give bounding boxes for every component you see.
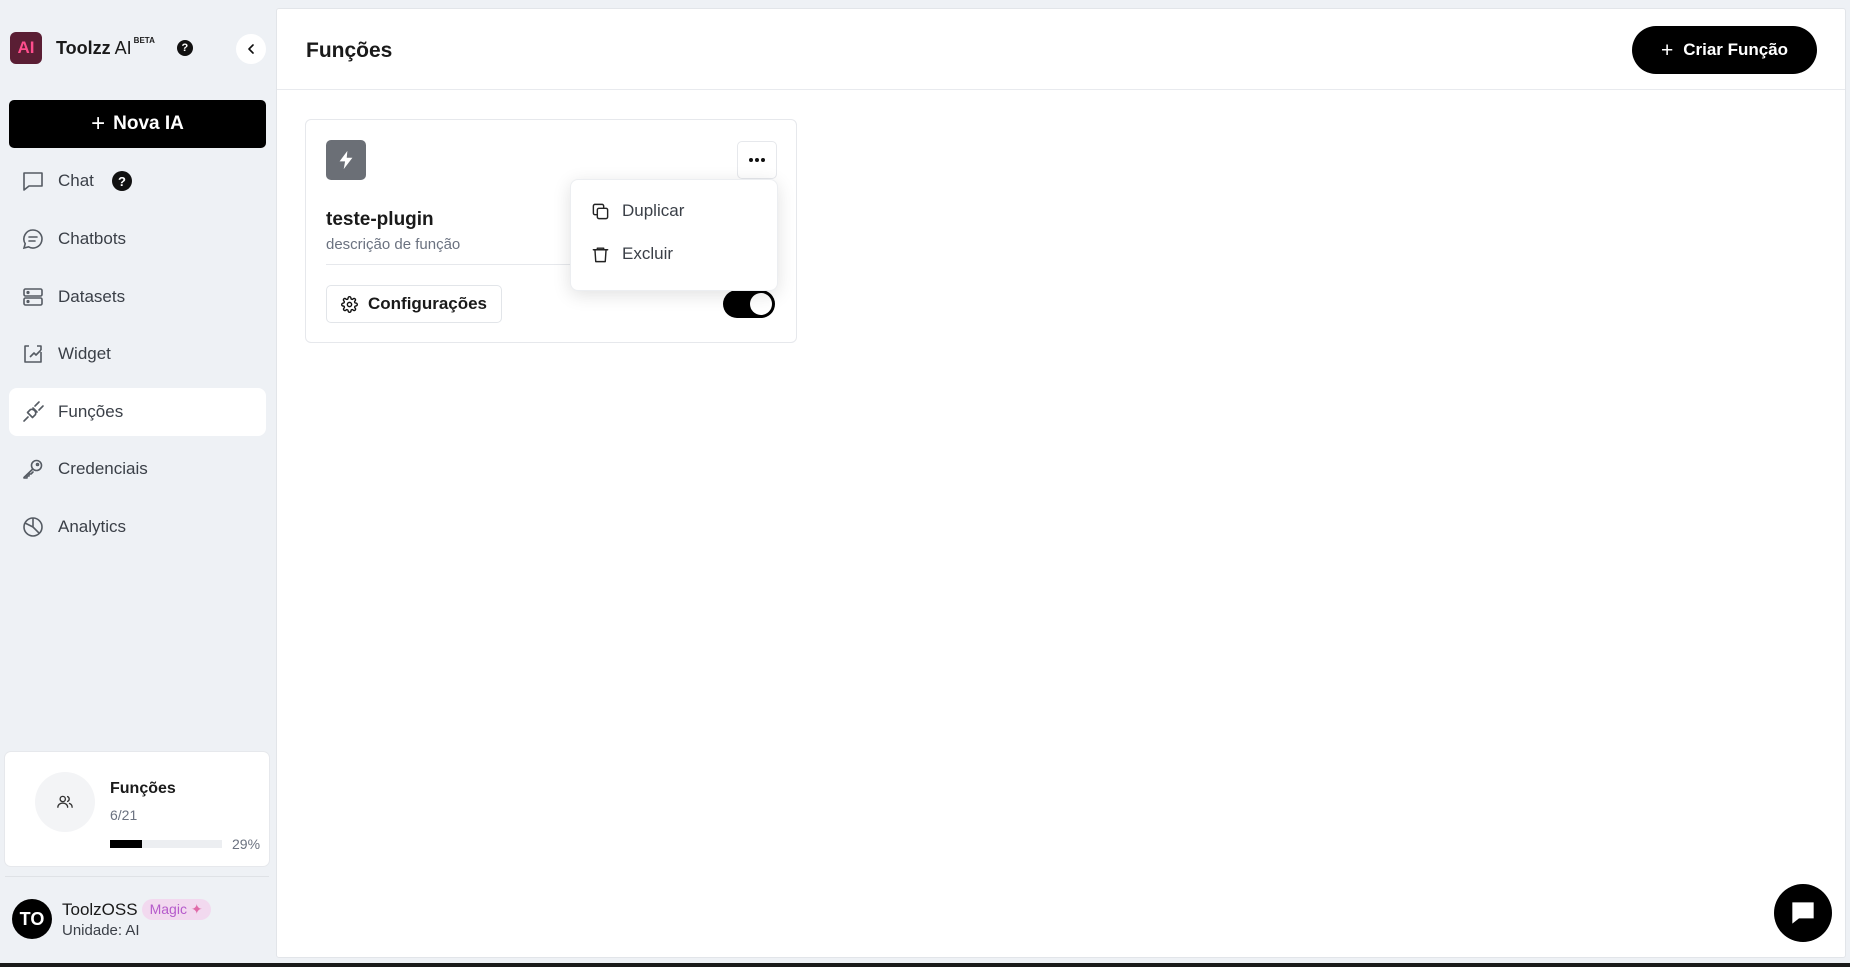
sidebar-item-label: Funções <box>58 402 124 421</box>
trash-icon <box>592 246 609 262</box>
help-icon[interactable]: ? <box>176 40 193 56</box>
chevron-left-icon <box>248 44 254 54</box>
gear-icon <box>341 295 358 313</box>
divider <box>5 876 269 877</box>
lightning-icon <box>326 140 366 180</box>
sidebar-item-label: Chatbots <box>58 229 127 248</box>
sidebar-item-label: Credenciais <box>58 459 148 478</box>
ellipsis-icon <box>749 158 765 162</box>
function-name: teste-plugin <box>326 209 434 230</box>
user-name-row: ToolzOSS Magic ✦ <box>62 899 211 920</box>
sidebar-item-analytics[interactable]: Analytics <box>9 503 266 551</box>
avatar: TO <box>12 899 52 939</box>
more-options-button[interactable] <box>737 141 777 179</box>
chat-icon <box>20 168 46 194</box>
usage-card: Funções 6/21 29% <box>5 752 269 866</box>
sidebar-item-datasets[interactable]: Datasets <box>9 273 266 321</box>
sidebar-item-credenciais[interactable]: Credenciais <box>9 445 266 493</box>
sidebar-item-label: Chat <box>58 171 94 190</box>
magic-badge: Magic ✦ <box>141 899 211 920</box>
sidebar-item-chatbots[interactable]: Chatbots <box>9 215 266 263</box>
user-profile[interactable]: TO ToolzOSS Magic ✦ Unidade: AI <box>12 897 211 941</box>
key-icon <box>20 456 46 482</box>
copy-icon <box>592 203 609 219</box>
menu-item-duplicate[interactable]: Duplicar <box>591 197 684 225</box>
new-ia-button[interactable]: + Nova IA <box>9 100 266 148</box>
widget-icon <box>20 341 46 367</box>
new-ia-label: Nova IA <box>113 113 184 134</box>
user-unit: Unidade: AI <box>62 922 140 939</box>
toggle-knob <box>750 293 772 315</box>
sidebar: AI Toolzz AI BETA ? + Nova IA Chat ? Chatb… <box>0 0 276 967</box>
brand-name: Toolzz AI BETA <box>56 35 155 59</box>
options-dropdown-menu: Duplicar Excluir <box>570 179 778 291</box>
brand-name-text: Toolzz <box>56 37 111 58</box>
plug-icon <box>20 399 46 425</box>
create-function-button[interactable]: + Criar Função <box>1632 26 1817 74</box>
server-icon <box>20 284 46 310</box>
support-chat-button[interactable] <box>1774 884 1832 942</box>
brand-logo: AI <box>10 32 42 64</box>
usage-progress-bar <box>110 840 222 848</box>
usage-percent: 29% <box>232 836 261 852</box>
beta-badge: BETA <box>133 35 155 45</box>
settings-button-label: Configurações <box>368 294 488 313</box>
usage-title: Funções <box>110 780 176 797</box>
sparkles-icon: ✦ <box>190 901 203 917</box>
usage-progress-fill <box>110 840 143 848</box>
plus-icon: + <box>1660 38 1674 62</box>
function-description: descrição de função <box>326 236 461 253</box>
brand[interactable]: AI Toolzz AI BETA ? <box>10 32 193 64</box>
magic-badge-label: Magic <box>149 901 187 917</box>
function-enabled-toggle[interactable] <box>723 290 775 318</box>
settings-button[interactable]: Configurações <box>326 285 503 323</box>
sidebar-item-widget[interactable]: Widget <box>9 330 266 378</box>
sidebar-item-chat[interactable]: Chat ? <box>9 157 266 205</box>
message-circle-icon <box>20 226 46 252</box>
usage-count: 6/21 <box>110 807 138 823</box>
page-title: Funções <box>306 39 393 62</box>
user-name: ToolzOSS <box>62 899 138 919</box>
brand-suffix: AI <box>114 37 132 58</box>
plus-icon: + <box>91 110 106 137</box>
menu-item-delete[interactable]: Excluir <box>591 240 673 268</box>
create-function-label: Criar Função <box>1683 40 1789 59</box>
user-info: ToolzOSS Magic ✦ Unidade: AI <box>62 899 211 939</box>
menu-item-label: Duplicar <box>622 201 685 220</box>
collapse-sidebar-button[interactable] <box>236 34 266 64</box>
menu-item-label: Excluir <box>622 244 674 263</box>
chat-bubble-icon <box>1792 902 1814 924</box>
sidebar-item-funcoes[interactable]: Funções <box>9 388 266 436</box>
sidebar-item-label: Datasets <box>58 287 126 306</box>
users-icon <box>35 772 95 832</box>
window-bottom-edge <box>0 963 1850 967</box>
main-content: Funções + Criar Função teste-plugin desc… <box>276 8 1846 958</box>
pie-chart-icon <box>20 514 46 540</box>
sidebar-item-label: Analytics <box>58 517 127 536</box>
page-header: Funções + Criar Função <box>277 9 1845 90</box>
sidebar-item-label: Widget <box>58 344 111 363</box>
chat-help-icon[interactable]: ? <box>111 171 132 191</box>
